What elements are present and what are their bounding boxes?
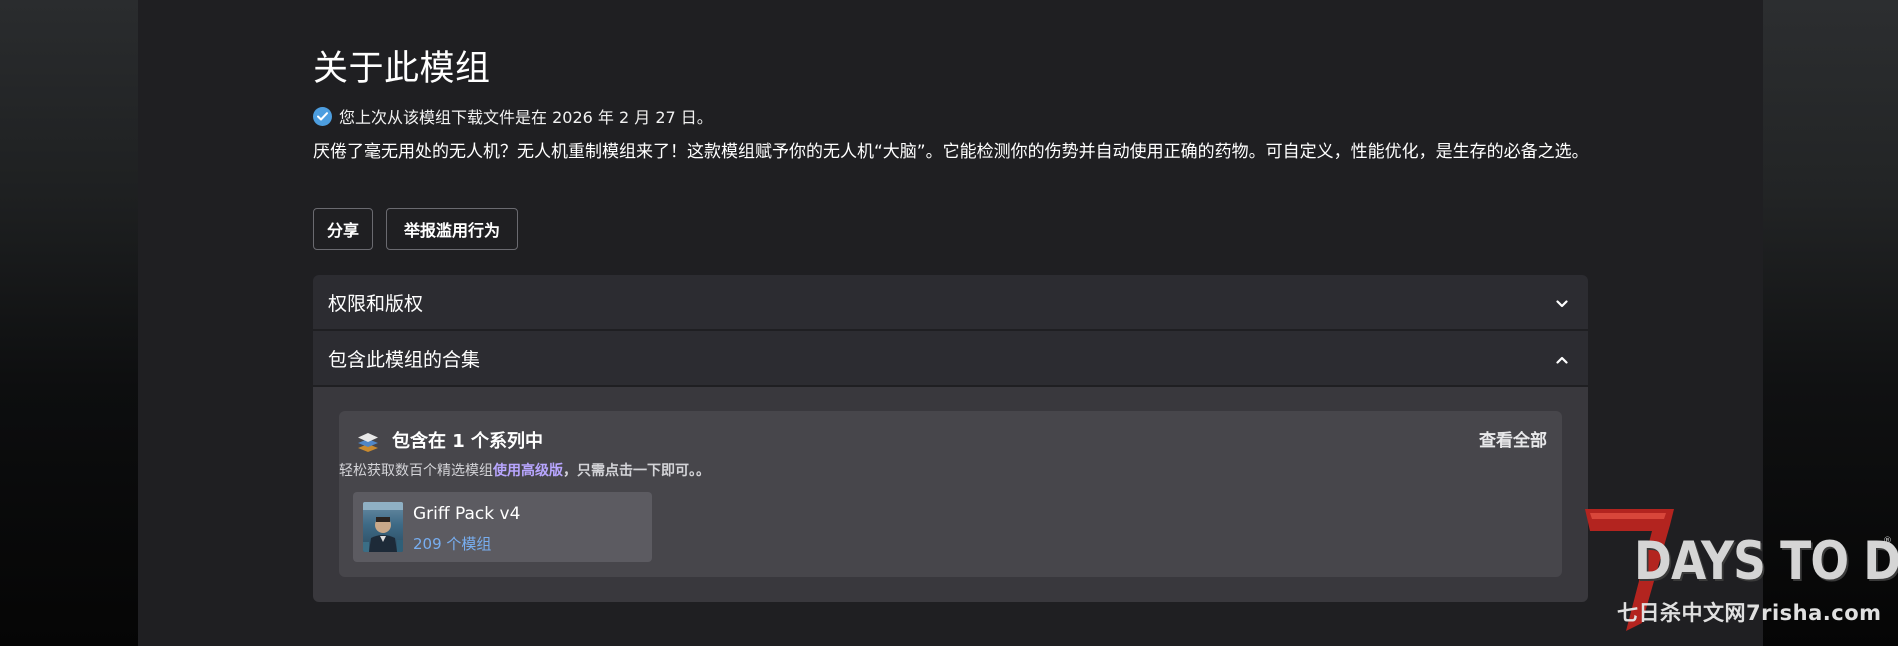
collections-subtitle: 轻松获取数百个精选模组 使用高级版 ，只需点击一下即可。。 [339,460,710,482]
mod-description: 厌倦了毫无用处的无人机？无人机重制模组来了！这款模组赋予你的无人机“大脑”。它能… [313,142,1589,162]
chevron-up-icon [1556,349,1568,368]
accordion-collections-label: 包含此模组的合集 [328,348,481,371]
accordion-collections[interactable]: 包含此模组的合集 [313,331,1588,386]
registered-mark: ® [1883,536,1892,546]
download-note: 您上次从该模组下载文件是在 2026 年 2 月 27 日。 [313,104,713,128]
background-left [0,0,140,646]
collection-thumbnail [363,502,403,552]
subtitle-prefix: 轻松获取数百个精选模组 [339,463,493,479]
watermark-site-text: 七日杀中文网7risha.com [1617,601,1882,625]
report-abuse-button[interactable]: 举报滥用行为 [386,208,518,250]
page-title: 关于此模组 [313,49,491,89]
share-button[interactable]: 分享 [313,208,373,250]
collections-heading: 包含在 1 个系列中 [392,431,544,452]
collection-item[interactable]: Griff Pack v4 209 个模组 [353,492,652,562]
logo-wordmark: DAYS TO DIE [1634,531,1898,592]
view-all-link[interactable]: 查看全部 [1470,429,1547,453]
download-note-text: 您上次从该模组下载文件是在 2026 年 2 月 27 日。 [339,108,713,127]
collection-mod-count: 209 个模组 [413,535,492,553]
7dtd-watermark-logo: DAYS TO DIE ® 七日杀中文网7risha.com [1582,505,1898,635]
chevron-down-icon [1556,293,1568,312]
collection-name: Griff Pack v4 [413,504,521,524]
subtitle-suffix: ，只需点击一下即可。。 [563,463,710,479]
layers-icon [356,430,380,454]
accordion-permissions[interactable]: 权限和版权 [313,275,1588,330]
check-circle-icon [313,106,332,126]
premium-link[interactable]: 使用高级版 [493,460,563,482]
accordion-permissions-label: 权限和版权 [328,292,424,315]
